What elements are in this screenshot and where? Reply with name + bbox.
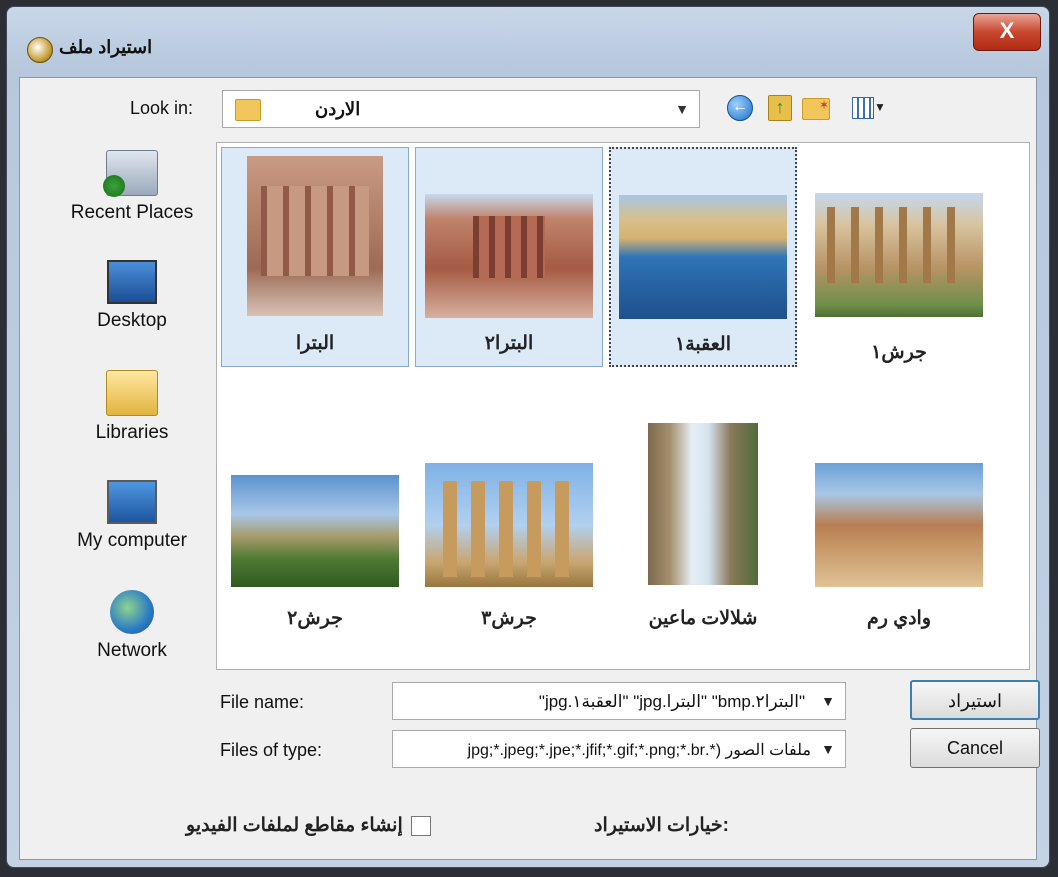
network-icon — [110, 590, 154, 634]
place-network[interactable]: Network — [48, 582, 216, 682]
file-name: جرش٣ — [481, 608, 537, 629]
place-label: Recent Places — [70, 202, 194, 223]
file-item[interactable]: جرش١ — [805, 147, 993, 367]
file-item[interactable]: جرش٣ — [415, 413, 603, 633]
thumbnail-image — [247, 156, 383, 316]
place-desktop[interactable]: Desktop — [48, 252, 216, 352]
dialog-body: Look in: الاردن ▼ ← ↑ ✶ ▼ Recent Places … — [19, 77, 1040, 860]
back-arrow-icon[interactable]: ← — [724, 90, 754, 124]
window-title: استيراد ملف — [59, 37, 153, 57]
file-name: وادي رم — [866, 608, 931, 629]
chevron-down-icon[interactable]: ▼ — [821, 741, 835, 757]
thumbnail-image — [815, 463, 983, 587]
look-in-label: Look in: — [130, 98, 194, 118]
place-label: Desktop — [97, 310, 167, 331]
file-name-label: File name: — [220, 692, 305, 712]
thumbnail-image — [425, 194, 593, 318]
file-name: جرش١ — [871, 342, 927, 363]
file-type-label: Files of type: — [220, 740, 323, 760]
place-libraries[interactable]: Libraries — [48, 362, 216, 462]
look-in-value: الاردن — [315, 99, 361, 119]
create-video-clips-label: إنشاء مقاطع لملفات الفيديو — [186, 815, 403, 836]
place-label: My computer — [77, 530, 187, 551]
desktop-icon — [107, 260, 157, 304]
file-item[interactable]: البترا٢ — [415, 147, 603, 367]
file-name: شلالات ماعين — [648, 608, 758, 629]
file-item[interactable]: جرش٢ — [221, 413, 409, 633]
thumbnail-image — [648, 423, 758, 585]
thumbnail-image — [619, 195, 787, 319]
place-label: Network — [97, 640, 167, 661]
file-item[interactable]: وادي رم — [805, 413, 993, 633]
computer-icon — [107, 480, 157, 524]
place-my-computer[interactable]: My computer — [48, 472, 216, 572]
place-recent-places[interactable]: Recent Places — [48, 142, 216, 242]
file-name: البترا — [295, 333, 335, 354]
file-name: جرش٢ — [287, 608, 343, 629]
places-bar: Recent Places Desktop Libraries My compu… — [48, 142, 216, 702]
file-name-value: "البترا٢.bmp" "البترا.jpg" "العقبة١.jpg" — [538, 692, 805, 711]
file-item[interactable]: العقبة١ — [609, 147, 797, 367]
up-folder-icon[interactable]: ↑ — [764, 90, 794, 124]
file-item[interactable]: شلالات ماعين — [609, 413, 797, 633]
file-name: البترا٢ — [484, 333, 534, 354]
file-type-value: ملفات الصور (*.jpg;*.jpeg;*.jpe;*.jfif;*… — [467, 742, 811, 759]
thumbnail-image — [425, 463, 593, 587]
folder-icon — [235, 99, 261, 121]
new-folder-icon[interactable]: ✶ — [800, 90, 830, 124]
import-file-dialog: استيراد ملف X Look in: الاردن ▼ ← ↑ ✶ ▼ … — [6, 6, 1050, 868]
file-type-dropdown[interactable]: ملفات الصور (*.jpg;*.jpeg;*.jpe;*.jfif;*… — [392, 730, 846, 768]
place-label: Libraries — [95, 422, 169, 443]
file-name: العقبة١ — [675, 334, 731, 355]
file-item[interactable]: البترا — [221, 147, 409, 367]
cancel-button[interactable]: Cancel — [910, 728, 1040, 768]
close-button[interactable]: X — [973, 13, 1041, 51]
title-bar[interactable]: استيراد ملف X — [7, 7, 1049, 77]
import-options-label: خيارات الاستيراد: — [594, 815, 729, 836]
chevron-down-icon[interactable]: ▼ — [821, 693, 835, 709]
app-icon — [27, 37, 53, 63]
file-list[interactable]: البترا البترا٢ العقبة١ جرش١ جرش٢ جرش٣ شل… — [216, 142, 1030, 670]
create-video-clips-option[interactable]: إنشاء مقاطع لملفات الفيديو — [186, 814, 432, 837]
view-menu-icon[interactable]: ▼ — [846, 90, 898, 124]
libraries-icon — [106, 370, 158, 416]
thumbnail-image — [231, 475, 399, 587]
import-button[interactable]: استيراد — [910, 680, 1040, 720]
chevron-down-icon[interactable]: ▼ — [675, 101, 689, 117]
create-video-clips-checkbox[interactable] — [411, 815, 432, 836]
file-name-input[interactable]: "البترا٢.bmp" "البترا.jpg" "العقبة١.jpg"… — [392, 682, 846, 720]
recent-places-icon — [103, 150, 158, 197]
thumbnail-image — [815, 193, 983, 317]
look-in-dropdown[interactable]: الاردن ▼ — [222, 90, 700, 128]
